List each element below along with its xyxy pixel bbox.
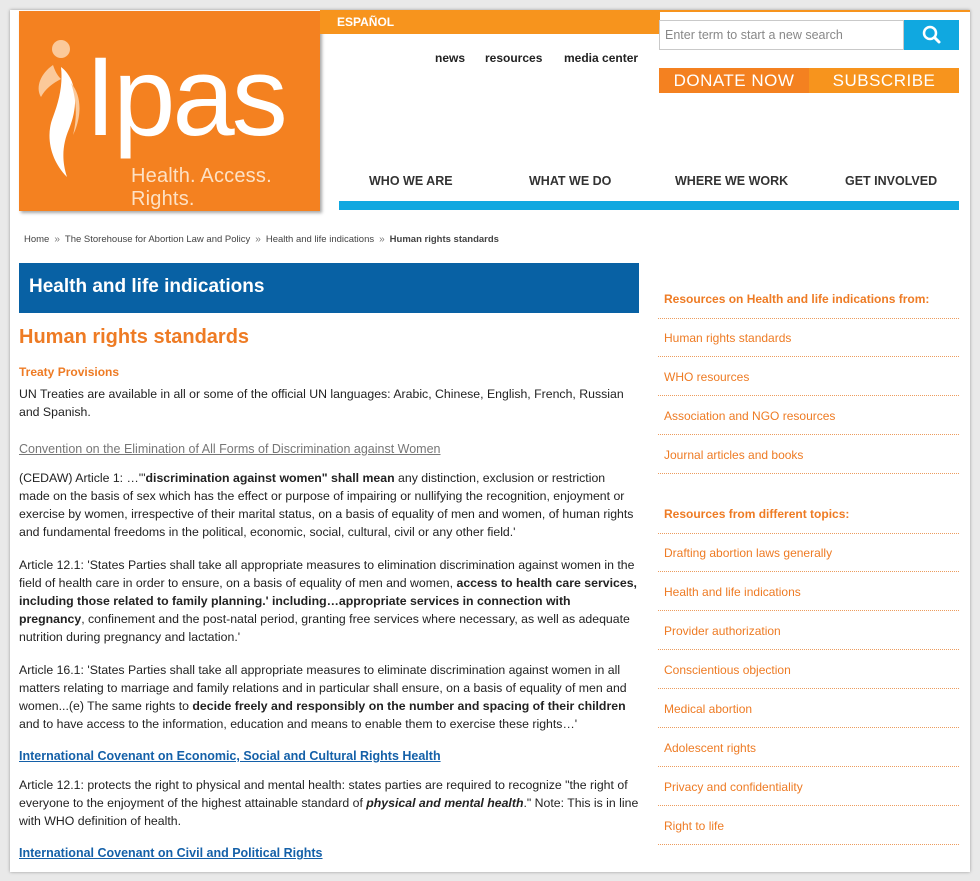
sidebar-item-privacy[interactable]: Privacy and confidentiality (658, 767, 959, 806)
page: Ipas Health. Access. Rights. ESPAÑOL new… (10, 10, 970, 872)
sidebar-item-journal-articles[interactable]: Journal articles and books (658, 435, 959, 474)
iccpr-link[interactable]: International Covenant on Civil and Poli… (19, 846, 323, 860)
intro-paragraph: UN Treaties are available in all or some… (19, 387, 624, 419)
sidebar-heading-resources-from: Resources on Health and life indications… (664, 292, 930, 306)
section-banner: Health and life indications (19, 263, 639, 313)
breadcrumb-separator-icon: » (54, 234, 60, 245)
sidebar-item-adolescent-rights[interactable]: Adolescent rights (658, 728, 959, 767)
search-button[interactable] (904, 20, 959, 50)
sidebar-item-conscientious-objection[interactable]: Conscientious objection (658, 650, 959, 689)
sidebar-item-health-life[interactable]: Health and life indications (658, 572, 959, 611)
breadcrumb-home[interactable]: Home (24, 234, 49, 245)
subscribe-button[interactable]: SUBSCRIBE (809, 68, 959, 93)
util-nav-media-center[interactable]: media center (564, 51, 638, 65)
text-run-bold: decide freely and responsibly on the num… (192, 699, 626, 713)
cedaw-article-12: Article 12.1: 'States Parties shall take… (19, 556, 639, 646)
top-accent-line (660, 10, 970, 12)
nav-underline-bar (339, 201, 959, 210)
cedaw-link[interactable]: Convention on the Elimination of All For… (19, 442, 441, 456)
cedaw-article-1: (CEDAW) Article 1: …'"discrimination aga… (19, 469, 639, 541)
logo-tagline: Health. Access. Rights. (131, 165, 272, 210)
cedaw-article-16: Article 16.1: 'States Parties shall take… (19, 661, 639, 733)
sidebar-item-who-resources[interactable]: WHO resources (658, 357, 959, 396)
text-run-bold: discrimination against women" shall mean (145, 471, 395, 485)
sidebar-item-medical-abortion[interactable]: Medical abortion (658, 689, 959, 728)
page-title: Human rights standards (19, 326, 250, 348)
logo-wordmark: Ipas (85, 34, 288, 159)
breadcrumb-health-life[interactable]: Health and life indications (266, 234, 374, 245)
figure-logo-icon (38, 40, 80, 177)
util-nav-news[interactable]: news (435, 51, 465, 65)
espanol-link[interactable]: ESPAÑOL (337, 15, 394, 29)
breadcrumb-separator-icon: » (379, 234, 385, 245)
breadcrumb-storehouse[interactable]: The Storehouse for Abortion Law and Poli… (65, 234, 250, 245)
language-bar: ESPAÑOL (320, 10, 660, 34)
text-run: and to have access to the information, e… (19, 717, 578, 731)
breadcrumb-current: Human rights standards (389, 234, 499, 245)
donate-now-button[interactable]: DONATE NOW (659, 68, 809, 93)
nav-where-we-work[interactable]: WHERE WE WORK (675, 174, 788, 188)
sidebar-item-provider-authorization[interactable]: Provider authorization (658, 611, 959, 650)
sidebar-item-ngo-resources[interactable]: Association and NGO resources (658, 396, 959, 435)
text-run: (CEDAW) Article 1: …'" (19, 471, 146, 485)
sidebar-heading-topics: Resources from different topics: (664, 507, 850, 521)
nav-who-we-are[interactable]: WHO WE ARE (369, 174, 453, 188)
text-run: , confinement and the post-natal period,… (19, 612, 630, 644)
search-icon (922, 25, 941, 44)
util-nav-resources[interactable]: resources (485, 51, 542, 65)
breadcrumb: Home » The Storehouse for Abortion Law and… (24, 234, 499, 245)
nav-what-we-do[interactable]: WHAT WE DO (529, 174, 611, 188)
sidebar-item-drafting-laws[interactable]: Drafting abortion laws generally (658, 533, 959, 572)
breadcrumb-separator-icon: » (255, 234, 261, 245)
treaty-provisions-heading: Treaty Provisions (19, 365, 120, 379)
icescr-article-12: Article 12.1: protects the right to phys… (19, 776, 639, 830)
icescr-link[interactable]: International Covenant on Economic, Soci… (19, 749, 441, 763)
text-run-bold-italic: physical and mental health (366, 796, 524, 810)
sidebar-item-human-rights-standards[interactable]: Human rights standards (658, 318, 959, 357)
nav-get-involved[interactable]: GET INVOLVED (845, 174, 937, 188)
ipas-logo[interactable]: Ipas Health. Access. Rights. (19, 11, 320, 211)
search-input[interactable]: Enter term to start a new search (659, 20, 904, 50)
sidebar-item-right-to-life[interactable]: Right to life (658, 806, 959, 845)
